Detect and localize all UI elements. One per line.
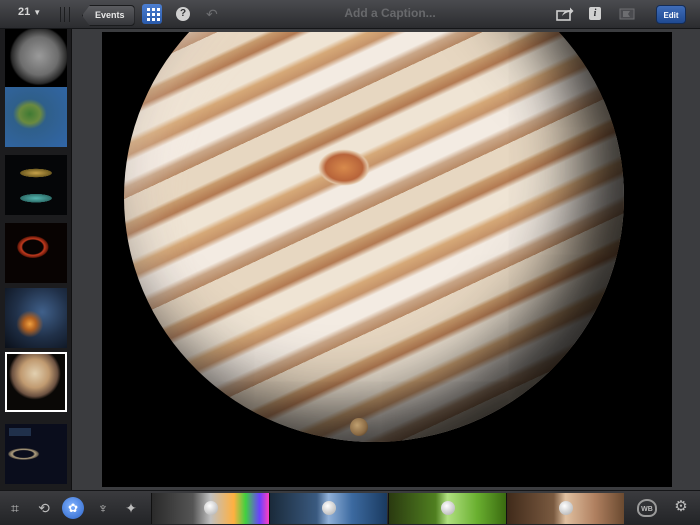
grid-icon [147,8,150,11]
exposure-slider[interactable] [151,493,269,524]
jupiter-planet [124,32,624,442]
help-icon[interactable]: ? [176,7,190,21]
share-icon[interactable] [556,7,574,21]
chevron-down-icon: ▼ [33,8,42,17]
grid-view-button[interactable] [142,4,162,24]
thumbnail-solar-system-diagram[interactable] [5,424,67,484]
moon [350,418,368,436]
aperture-icon[interactable] [204,501,218,515]
effects-icon[interactable]: ✦ [122,499,140,517]
rotate-icon[interactable]: ⟲ [35,499,53,517]
thumbnail-ringed-discs[interactable] [5,155,67,215]
white-balance-button[interactable]: WB [637,499,657,517]
thumbnail-moon[interactable] [5,29,67,89]
person-icon[interactable] [559,501,573,515]
sky-slider[interactable] [269,493,387,524]
thumbnail-nebula[interactable] [5,288,67,348]
thumbnail-red-ring[interactable] [5,223,67,283]
jupiter-photo[interactable] [102,32,672,487]
photo-count-menu[interactable]: 21 ▼ [18,6,41,18]
drag-handle[interactable] [60,7,70,22]
skin-slider[interactable] [506,493,624,524]
foliage-slider[interactable] [388,493,506,524]
bottom-toolbar: ⌗ ⟲ ✿ ♆ ✦ WB ⚙ [0,490,700,525]
palette-icon[interactable]: ✿ [62,497,84,519]
gear-icon[interactable]: ⚙ [672,498,690,516]
undo-icon[interactable]: ↶ [206,7,222,21]
info-icon[interactable]: i [589,7,601,20]
thumbnail-jupiter-selected[interactable] [5,352,67,412]
top-toolbar: 21 ▼ Events ? ↶ Add a Caption... i Edit [0,0,700,29]
thumbnail-strip[interactable] [0,29,72,490]
cloud-icon[interactable] [322,501,336,515]
edit-button[interactable]: Edit [656,5,686,24]
brush-icon[interactable]: ♆ [94,499,112,517]
caption-field[interactable]: Add a Caption... [300,6,480,20]
events-back-button[interactable]: Events [82,5,135,26]
flag-icon[interactable] [619,8,635,20]
photo-canvas[interactable] [72,29,700,490]
thumbnail-earth-map[interactable] [5,87,67,147]
photo-count: 21 [18,6,31,18]
crop-icon[interactable]: ⌗ [6,499,24,517]
leaf-icon[interactable] [441,501,455,515]
